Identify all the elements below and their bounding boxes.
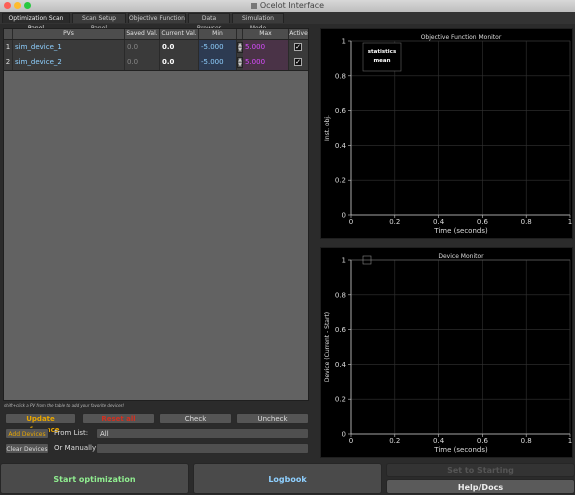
from-list-label: From List: bbox=[54, 429, 89, 437]
pv-name[interactable]: sim_device_2 bbox=[13, 55, 125, 70]
y-tick-label: 0.2 bbox=[335, 396, 346, 404]
active-checkbox[interactable]: ✓ bbox=[294, 58, 302, 66]
y-tick-label: 0 bbox=[342, 212, 346, 220]
x-tick-label: 0.4 bbox=[433, 437, 445, 445]
x-tick-label: 0.2 bbox=[389, 437, 400, 445]
y-tick-label: 0.8 bbox=[335, 72, 346, 80]
chart-title: Objective Function Monitor bbox=[421, 34, 502, 41]
or-manually-label: Or Manually bbox=[54, 444, 97, 452]
pv-table: PVs Saved Val. Current Val. Min Max Acti… bbox=[3, 28, 309, 401]
header-min[interactable]: Min bbox=[199, 29, 237, 39]
y-tick-label: 0.6 bbox=[335, 326, 347, 334]
objective-plot-canvas: Objective Function Monitor 0 0.2 0.4 0.6 0.8 1… bbox=[324, 34, 572, 235]
min-input[interactable]: -5.000 bbox=[199, 55, 237, 70]
header-index bbox=[4, 29, 13, 39]
x-tick-label: 0.6 bbox=[477, 218, 489, 226]
min-input[interactable]: -5.000 bbox=[199, 40, 237, 55]
header-pvs[interactable]: PVs bbox=[13, 29, 125, 39]
header-max[interactable]: Max bbox=[243, 29, 289, 39]
table-row[interactable]: 1 sim_device_1 0.0 0.0 -5.000 ▲ ▼ 5.000 ✓ bbox=[4, 40, 308, 56]
y-axis-label: Device (Current - Start) bbox=[324, 312, 331, 382]
x-tick-label: 0 bbox=[349, 218, 353, 226]
active-checkbox[interactable]: ✓ bbox=[294, 43, 302, 51]
tab-bar: Optimization Scan Panel Scan Setup Panel… bbox=[0, 12, 575, 32]
saved-value: 0.0 bbox=[125, 55, 160, 70]
update-reference-button[interactable]: Update reference bbox=[5, 413, 76, 434]
table-header: PVs Saved Val. Current Val. Min Max Acti… bbox=[4, 29, 308, 40]
table-row[interactable]: 2 sim_device_2 0.0 0.0 -5.000 ▲ ▼ 5.000 ✓ bbox=[4, 55, 308, 71]
objective-function-plot[interactable]: Objective Function Monitor 0 0.2 0.4 0.6 0.8 1… bbox=[320, 28, 573, 239]
y-tick-label: 0.8 bbox=[335, 291, 346, 299]
max-input[interactable]: 5.000 bbox=[243, 40, 289, 55]
y-tick-label: 0.2 bbox=[335, 177, 346, 185]
from-list-dropdown[interactable]: All bbox=[96, 428, 309, 439]
window-title: Ocelot Interface bbox=[0, 0, 575, 12]
current-value: 0.0 bbox=[160, 40, 199, 55]
header-saved-val[interactable]: Saved Val. bbox=[125, 29, 160, 39]
y-tick-label: 0 bbox=[342, 431, 346, 439]
legend-box bbox=[362, 42, 402, 72]
tab-scan-setup-panel[interactable]: Scan Setup Panel bbox=[72, 13, 126, 32]
header-active[interactable]: Active bbox=[289, 29, 308, 39]
legend-entry: statistics bbox=[368, 49, 397, 55]
plot-area bbox=[350, 259, 571, 435]
x-tick-label: 0.4 bbox=[433, 218, 445, 226]
x-tick-label: 0.8 bbox=[521, 218, 532, 226]
pv-name[interactable]: sim_device_1 bbox=[13, 40, 125, 55]
y-tick-label: 1 bbox=[342, 38, 346, 46]
chart-title: Device Monitor bbox=[438, 253, 484, 260]
y-tick-label: 0.6 bbox=[335, 107, 347, 115]
max-input[interactable]: 5.000 bbox=[243, 55, 289, 70]
row-index: 1 bbox=[4, 40, 13, 55]
logbook-button[interactable]: Logbook bbox=[193, 463, 382, 494]
tab-optimization-scan-panel[interactable]: Optimization Scan Panel bbox=[2, 13, 70, 32]
header-current-val[interactable]: Current Val. bbox=[160, 29, 199, 39]
x-tick-label: 0.6 bbox=[477, 437, 489, 445]
add-devices-button[interactable]: Add Devices bbox=[5, 428, 49, 439]
saved-value: 0.0 bbox=[125, 40, 160, 55]
x-tick-label: 0.8 bbox=[521, 437, 532, 445]
uncheck-button[interactable]: Uncheck bbox=[236, 413, 309, 424]
current-value: 0.0 bbox=[160, 55, 199, 70]
device-monitor-plot[interactable]: Device Monitor 0 0.2 0.4 0.6 0.8 1 0 0.2 0.4 0.6 0.… bbox=[320, 247, 573, 458]
app-icon bbox=[250, 2, 257, 9]
row-index: 2 bbox=[4, 55, 13, 70]
help-docs-button[interactable]: Help/Docs bbox=[386, 479, 575, 494]
clear-devices-button[interactable]: Clear Devices bbox=[5, 443, 49, 454]
x-tick-label: 0 bbox=[349, 437, 353, 445]
device-plot-canvas: Device Monitor 0 0.2 0.4 0.6 0.8 1 0 0.2 0.4 0.6 0.… bbox=[324, 253, 572, 454]
y-tick-label: 0.4 bbox=[335, 142, 347, 150]
check-button[interactable]: Check bbox=[159, 413, 232, 424]
tab-objective-function[interactable]: Objective Function bbox=[128, 13, 186, 23]
legend-entry: mean bbox=[373, 58, 390, 64]
manual-pv-input[interactable] bbox=[96, 443, 309, 454]
y-tick-label: 1 bbox=[342, 257, 346, 265]
start-optimization-button[interactable]: Start optimization bbox=[0, 463, 189, 494]
x-tick-label: 1 bbox=[568, 218, 572, 226]
y-axis-label: Inst. obj. bbox=[324, 115, 331, 141]
x-axis-label: Time (seconds) bbox=[433, 446, 488, 454]
tab-simulation-mode[interactable]: Simulation Mode bbox=[232, 13, 284, 32]
x-tick-label: 1 bbox=[568, 437, 572, 445]
reset-all-button[interactable]: Reset all bbox=[82, 413, 155, 424]
tab-data-browser[interactable]: Data Browser bbox=[188, 13, 230, 32]
disabled-button: Set to Starting bbox=[386, 463, 575, 477]
x-axis-label: Time (seconds) bbox=[433, 227, 488, 235]
x-tick-label: 0.2 bbox=[389, 218, 400, 226]
y-tick-label: 0.4 bbox=[335, 361, 347, 369]
hint-text: shift+click a PV from the table to add y… bbox=[4, 403, 125, 408]
